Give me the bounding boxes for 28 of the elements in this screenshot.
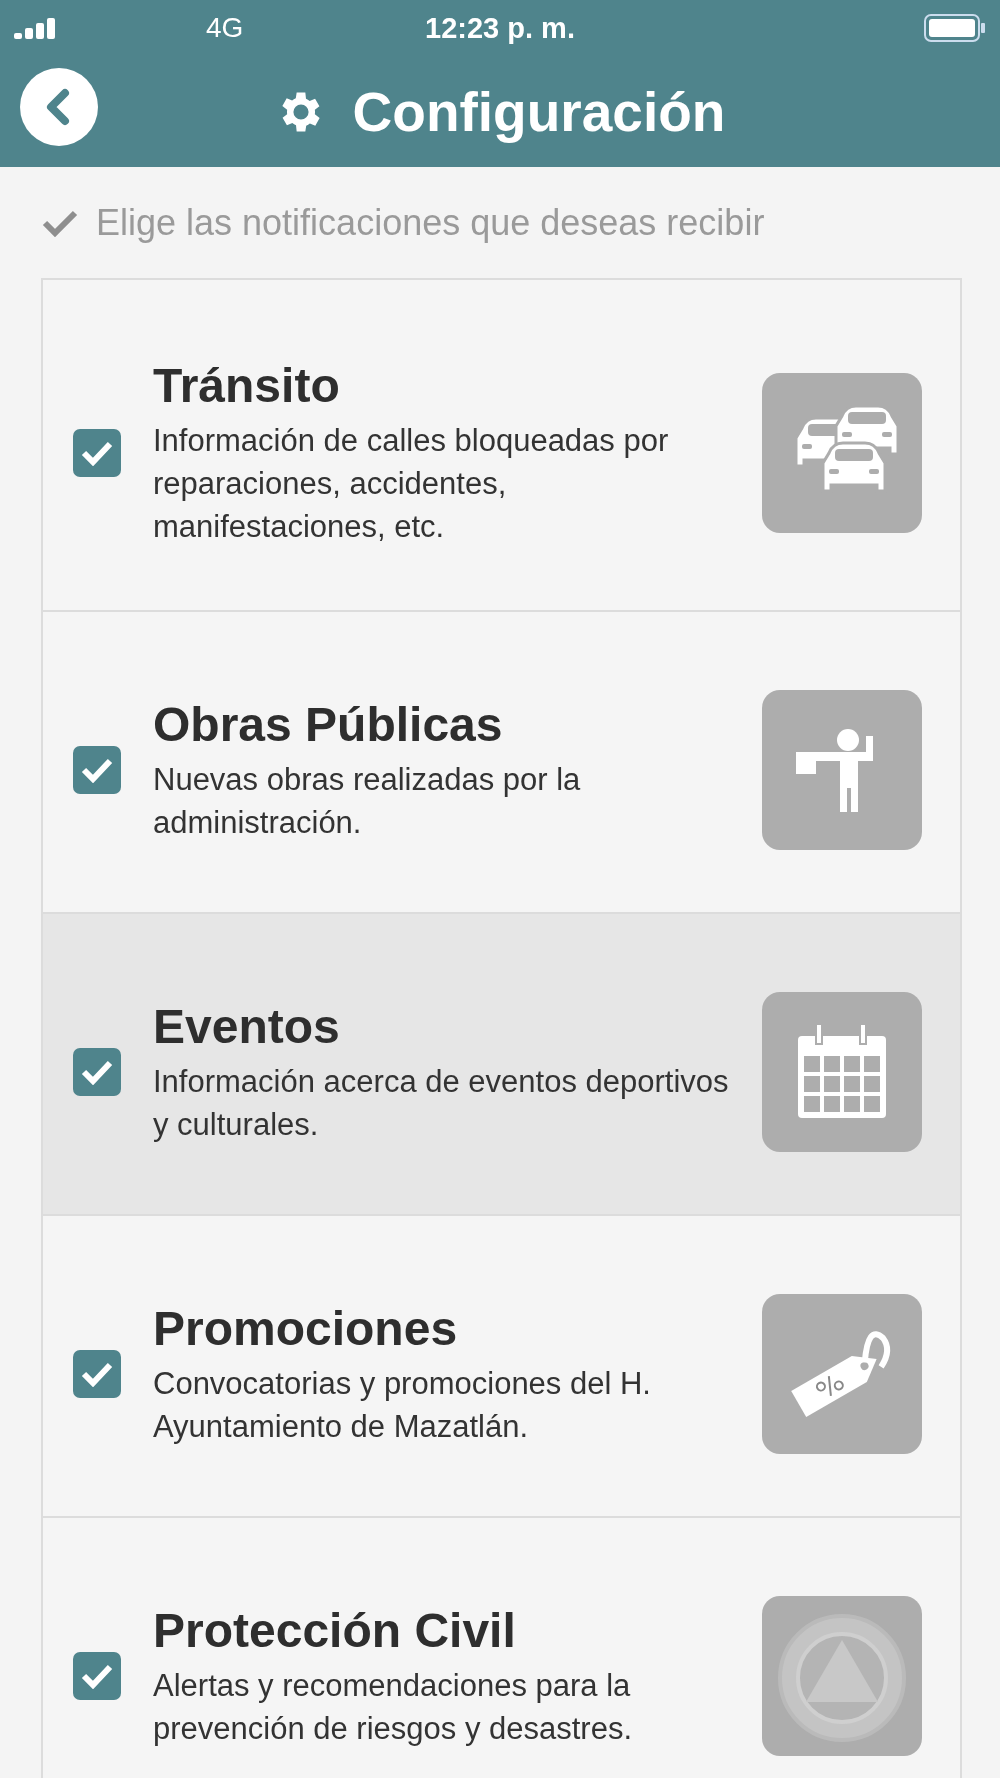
checkbox[interactable] [73,1350,121,1398]
option-title: Eventos [153,998,341,1054]
checkmark-icon [42,208,78,237]
checkmark-icon [81,440,113,466]
option-title: Obras Públicas [153,696,504,752]
status-time: 12:23 p. m. [425,11,575,45]
battery-icon [924,14,986,42]
network-type: 4G [206,12,244,44]
option-title: Promociones [153,1300,459,1356]
checkmark-icon [81,757,113,783]
option-description: Convocatorias y promociones del H. Ayuntamiento de Mazatlán. [153,1364,652,1446]
checkmark-icon [81,1059,113,1085]
notification-option[interactable]: Eventos Información acerca de eventos deportivos y culturales. [43,914,960,1216]
checkmark-icon [81,1663,113,1689]
option-description: Alertas y recomendaciones para la prevención de riesgos y desastres. [153,1666,634,1748]
instruction-text: Elige las notificaciones que deseas recibir [96,201,765,244]
checkbox[interactable] [73,746,121,794]
checkbox[interactable] [73,1048,121,1096]
screen-title: Configuración [352,79,726,144]
option-description: Información de calles bloqueadas por reparaciones, accidentes, manifestaciones, etc. [153,422,670,546]
checkmark-icon [81,1361,113,1387]
checkbox[interactable] [73,1652,121,1700]
option-title: Protección Civil [153,1602,517,1658]
checkbox[interactable] [73,429,121,477]
option-title: Tránsito [153,358,341,413]
option-description: Nuevas obras realizadas por la administración. [153,760,582,842]
signal-icon [14,17,56,39]
option-description: Información acerca de eventos deportivos y culturales. [153,1062,730,1144]
